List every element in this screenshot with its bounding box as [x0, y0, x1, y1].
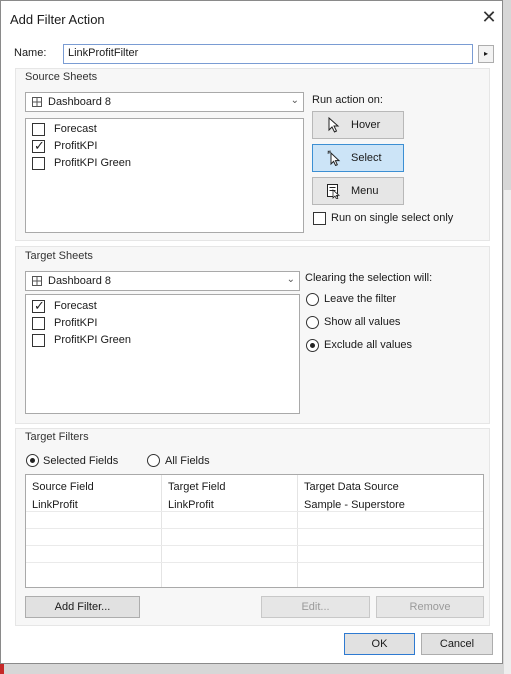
- insert-field-menu-button[interactable]: ▸: [478, 45, 494, 63]
- hover-button[interactable]: Hover: [312, 111, 404, 139]
- run-action-label: Run action on:: [312, 94, 383, 106]
- name-field-value: LinkProfitFilter: [68, 47, 139, 59]
- show-all-values-radio[interactable]: [306, 316, 319, 329]
- menu-icon: [327, 184, 341, 199]
- clearing-label: Clearing the selection will:: [305, 272, 433, 284]
- source-sheet-label: Forecast: [54, 123, 97, 135]
- radio-selected-dot: [30, 458, 35, 463]
- selected-fields-label: Selected Fields: [43, 455, 119, 467]
- target-sheets-label: Target Sheets: [25, 250, 93, 262]
- ok-button[interactable]: OK: [344, 633, 415, 655]
- source-sheets-list: Forecast ✓ ProfitKPI ProfitKPI Green: [25, 118, 304, 233]
- column-header-target-data-source[interactable]: Target Data Source: [304, 481, 399, 493]
- dashboard-icon: [32, 97, 42, 107]
- source-dashboard-select[interactable]: Dashboard 8 ⌄: [25, 92, 304, 112]
- chevron-down-icon: ⌄: [290, 95, 299, 106]
- source-sheets-group: Source Sheets Dashboard 8 ⌄ Forecast ✓ P…: [15, 68, 490, 241]
- target-sheets-group: Target Sheets Dashboard 8 ⌄ ✓ Forecast P…: [15, 246, 490, 424]
- hover-button-label: Hover: [351, 119, 381, 131]
- select-icon: [327, 150, 341, 166]
- target-sheets-list: ✓ Forecast ProfitKPI ProfitKPI Green: [25, 294, 300, 414]
- column-divider: [297, 475, 298, 587]
- all-fields-label: All Fields: [165, 455, 210, 467]
- select-button-label: Select: [351, 152, 382, 164]
- pointer-icon: [328, 117, 340, 133]
- row-divider: [26, 562, 483, 563]
- checkbox-checked[interactable]: ✓: [32, 298, 45, 313]
- column-divider: [161, 475, 162, 587]
- source-dashboard-value: Dashboard 8: [48, 96, 111, 108]
- add-filter-action-dialog: Add Filter Action ✕ Name: LinkProfitFilt…: [0, 0, 503, 664]
- exclude-all-values-radio[interactable]: [306, 339, 319, 352]
- source-sheets-label: Source Sheets: [25, 71, 98, 83]
- table-cell-source-field[interactable]: LinkProfit: [32, 499, 78, 511]
- menu-button-label: Menu: [351, 185, 379, 197]
- target-dashboard-select[interactable]: Dashboard 8 ⌄: [25, 271, 300, 291]
- menu-button[interactable]: Menu: [312, 177, 404, 205]
- table-cell-target-field[interactable]: LinkProfit: [168, 499, 214, 511]
- show-all-values-label: Show all values: [324, 316, 401, 328]
- leave-filter-radio[interactable]: [306, 293, 319, 306]
- radio-selected-dot: [310, 343, 315, 348]
- table-cell-target-data-source[interactable]: Sample - Superstore: [304, 499, 405, 511]
- checkbox[interactable]: [32, 317, 45, 330]
- edit-filter-button[interactable]: Edit...: [261, 596, 370, 618]
- select-button[interactable]: Select: [312, 144, 404, 172]
- row-divider: [26, 528, 483, 529]
- single-select-checkbox[interactable]: [313, 212, 326, 225]
- row-divider: [26, 545, 483, 546]
- target-sheet-label: ProfitKPI: [54, 317, 98, 329]
- dialog-title: Add Filter Action: [10, 12, 105, 27]
- single-select-label: Run on single select only: [331, 212, 454, 224]
- background-window-strip-right: [504, 190, 511, 674]
- target-dashboard-value: Dashboard 8: [48, 275, 111, 287]
- target-filters-table: Source Field Target Field Target Data So…: [25, 474, 484, 588]
- target-sheet-label: Forecast: [54, 300, 97, 312]
- selected-fields-radio[interactable]: [26, 454, 39, 467]
- chevron-down-icon: ⌄: [286, 274, 295, 285]
- checkbox[interactable]: [32, 334, 45, 347]
- all-fields-radio[interactable]: [147, 454, 160, 467]
- name-field[interactable]: LinkProfitFilter: [63, 44, 473, 64]
- source-sheet-label: ProfitKPI: [54, 140, 98, 152]
- column-header-source-field[interactable]: Source Field: [32, 481, 94, 493]
- add-filter-button[interactable]: Add Filter...: [25, 596, 140, 618]
- target-filters-label: Target Filters: [25, 431, 89, 443]
- dashboard-icon: [32, 276, 42, 286]
- checkbox[interactable]: [32, 123, 45, 136]
- name-label: Name:: [14, 47, 47, 59]
- checkmark-icon: ✓: [34, 298, 45, 313]
- cancel-button[interactable]: Cancel: [421, 633, 493, 655]
- checkbox[interactable]: [32, 157, 45, 170]
- checkmark-icon: ✓: [34, 138, 45, 153]
- source-sheet-label: ProfitKPI Green: [54, 157, 132, 169]
- checkbox-checked[interactable]: ✓: [32, 138, 45, 153]
- close-icon[interactable]: ✕: [479, 7, 499, 27]
- remove-filter-button[interactable]: Remove: [376, 596, 484, 618]
- row-divider: [26, 511, 483, 512]
- leave-filter-label: Leave the filter: [324, 293, 397, 305]
- exclude-all-values-label: Exclude all values: [324, 339, 413, 351]
- column-header-target-field[interactable]: Target Field: [168, 481, 225, 493]
- target-sheet-label: ProfitKPI Green: [54, 334, 132, 346]
